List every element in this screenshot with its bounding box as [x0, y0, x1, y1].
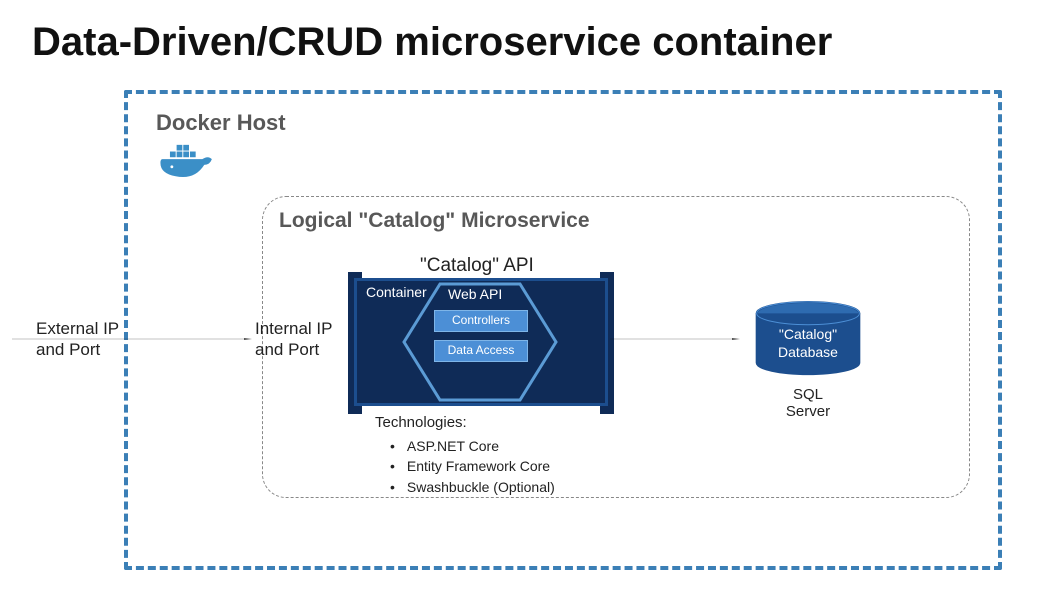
database-line2: Database	[770, 344, 846, 362]
internal-ip-label: Internal IP and Port	[255, 318, 333, 361]
tech-item: Swashbuckle (Optional)	[390, 477, 555, 497]
sqlserver-label: SQL Server	[770, 386, 846, 420]
docker-whale-icon	[160, 142, 218, 182]
logical-microservice-label: Logical "Catalog" Microservice	[279, 209, 590, 233]
catalog-api-label: "Catalog" API	[420, 255, 534, 277]
docker-host-label: Docker Host	[156, 110, 286, 136]
page-title: Data-Driven/CRUD microservice container	[32, 20, 832, 65]
external-ip-line1: External IP	[36, 318, 119, 339]
technologies-list: ASP.NET Core Entity Framework Core Swash…	[390, 436, 555, 497]
internal-ip-line1: Internal IP	[255, 318, 333, 339]
external-ip-line2: and Port	[36, 339, 119, 360]
controllers-box: Controllers	[434, 310, 528, 332]
webapi-label: Web API	[448, 286, 502, 302]
arrow-external-to-internal-icon	[12, 338, 252, 340]
arrow-container-to-db-icon	[610, 338, 740, 340]
internal-ip-line2: and Port	[255, 339, 333, 360]
tech-item: ASP.NET Core	[390, 436, 555, 456]
tech-item: Entity Framework Core	[390, 456, 555, 476]
data-access-box: Data Access	[434, 340, 528, 362]
database-line1: "Catalog"	[770, 326, 846, 344]
database-label: "Catalog" Database	[770, 326, 846, 361]
container-bracket-icon	[608, 278, 614, 408]
technologies-heading: Technologies:	[375, 414, 467, 431]
